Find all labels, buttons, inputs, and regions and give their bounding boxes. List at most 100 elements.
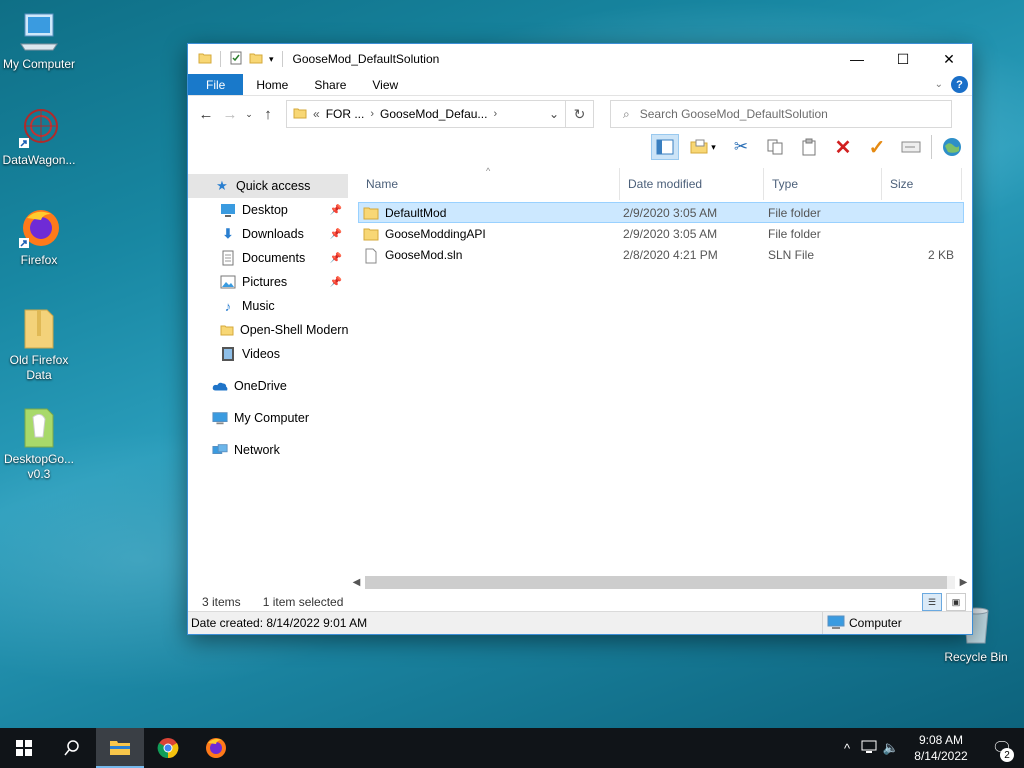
location-label: Computer bbox=[849, 616, 902, 630]
explorer-window: ▾ GooseMod_DefaultSolution — ☐ ✕ File Ho… bbox=[187, 43, 973, 635]
nav-desktop[interactable]: Desktop 📌 bbox=[188, 198, 348, 222]
tab-home[interactable]: Home bbox=[243, 74, 301, 95]
clock[interactable]: 9:08 AM 8/14/2022 bbox=[902, 732, 980, 764]
pin-icon[interactable]: 📌 bbox=[330, 205, 342, 216]
delete-icon[interactable]: ✕ bbox=[829, 134, 857, 160]
nav-network[interactable]: Network bbox=[188, 438, 348, 462]
desktop-icon-desktopgoose[interactable]: DesktopGo... v0.3 bbox=[1, 405, 77, 482]
taskbar-file-explorer[interactable] bbox=[96, 728, 144, 768]
details-view-icon[interactable]: ☰ bbox=[922, 593, 942, 611]
scrollbar-thumb[interactable] bbox=[365, 576, 947, 589]
window-title: GooseMod_DefaultSolution bbox=[292, 52, 440, 66]
start-button[interactable] bbox=[0, 728, 48, 768]
expand-ribbon-icon[interactable]: ⌄ bbox=[935, 79, 943, 90]
nav-videos[interactable]: Videos bbox=[188, 342, 348, 366]
computer-icon bbox=[17, 10, 61, 54]
desktop-icon-firefox[interactable]: Firefox bbox=[1, 206, 77, 268]
title-bar[interactable]: ▾ GooseMod_DefaultSolution — ☐ ✕ bbox=[188, 44, 972, 74]
windows-icon bbox=[16, 740, 32, 756]
nav-onedrive[interactable]: OneDrive bbox=[188, 374, 348, 398]
file-row[interactable]: DefaultMod 2/9/2020 3:05 AM File folder bbox=[358, 202, 964, 223]
help-icon[interactable]: ? bbox=[951, 76, 968, 93]
music-icon: ♪ bbox=[224, 298, 232, 314]
documents-icon bbox=[220, 250, 236, 266]
scroll-left-icon[interactable]: ◀ bbox=[348, 577, 365, 588]
customize-qat-icon[interactable]: ▾ bbox=[269, 54, 274, 65]
search-button[interactable] bbox=[48, 728, 96, 768]
desktop-icon-old-firefox-data[interactable]: Old Firefox Data bbox=[1, 306, 77, 383]
file-name: DefaultMod bbox=[385, 205, 447, 220]
address-dropdown-icon[interactable]: ⌄ bbox=[543, 107, 565, 121]
breadcrumb-overflow[interactable]: « bbox=[313, 107, 320, 121]
preview-pane-button[interactable] bbox=[651, 134, 679, 160]
cut-icon[interactable]: ✂ bbox=[727, 134, 755, 160]
nav-pictures[interactable]: Pictures 📌 bbox=[188, 270, 348, 294]
properties-icon[interactable] bbox=[229, 51, 243, 68]
copy-icon[interactable] bbox=[761, 134, 789, 160]
firefox-icon bbox=[17, 206, 61, 250]
pin-icon[interactable]: 📌 bbox=[330, 277, 342, 288]
network-icon bbox=[212, 442, 228, 458]
nav-label: OneDrive bbox=[234, 379, 287, 393]
desktop-icon-label: Recycle Bin bbox=[944, 650, 1008, 664]
tab-share[interactable]: Share bbox=[301, 74, 359, 95]
column-header-type[interactable]: Type bbox=[764, 168, 882, 200]
chevron-right-icon[interactable]: › bbox=[370, 108, 374, 120]
chevron-right-icon[interactable]: › bbox=[493, 108, 497, 120]
tab-view[interactable]: View bbox=[359, 74, 411, 95]
nav-my-computer[interactable]: My Computer bbox=[188, 406, 348, 430]
file-row[interactable]: GooseModdingAPI 2/9/2020 3:05 AM File fo… bbox=[358, 223, 964, 244]
paste-icon[interactable] bbox=[795, 134, 823, 160]
nav-music[interactable]: ♪ Music bbox=[188, 294, 348, 318]
search-box[interactable]: ⌕ Search GooseMod_DefaultSolution bbox=[610, 100, 952, 128]
large-icons-view-icon[interactable]: ▣ bbox=[946, 593, 966, 611]
breadcrumb-item[interactable]: FOR ... bbox=[326, 107, 365, 121]
pin-icon[interactable]: 📌 bbox=[330, 229, 342, 240]
pin-icon[interactable]: 📌 bbox=[330, 253, 342, 264]
file-icon bbox=[363, 248, 379, 263]
nav-quick-access[interactable]: ★ Quick access bbox=[188, 174, 348, 198]
column-header-date-modified[interactable]: Date modified bbox=[620, 168, 764, 200]
volume-icon[interactable]: 🔈 bbox=[880, 740, 902, 756]
nav-downloads[interactable]: ⬇ Downloads 📌 bbox=[188, 222, 348, 246]
nav-label: Pictures bbox=[242, 275, 288, 289]
up-button[interactable]: ↑ bbox=[256, 102, 280, 126]
file-row[interactable]: GooseMod.sln 2/8/2020 4:21 PM SLN File 2… bbox=[358, 244, 964, 265]
chevron-up-icon[interactable]: ^ bbox=[836, 741, 858, 756]
checkmark-icon[interactable]: ✓ bbox=[863, 134, 891, 160]
globe-icon[interactable] bbox=[938, 134, 966, 160]
tab-file[interactable]: File bbox=[188, 74, 244, 95]
desktop-icon-label: My Computer bbox=[2, 57, 76, 71]
forward-button[interactable]: → bbox=[218, 102, 242, 126]
nav-label: Music bbox=[242, 299, 275, 313]
nav-open-shell-modern[interactable]: Open-Shell Modern bbox=[188, 318, 348, 342]
back-button[interactable]: ← bbox=[194, 102, 218, 126]
column-header-size[interactable]: Size bbox=[882, 168, 962, 200]
desktop-icon-label: DataWagon... bbox=[2, 153, 76, 167]
file-date: 2/9/2020 3:05 AM bbox=[623, 205, 718, 220]
recent-locations-button[interactable]: ⌄ bbox=[242, 102, 256, 126]
downloads-icon: ⬇ bbox=[222, 226, 234, 241]
new-folder-icon[interactable] bbox=[249, 51, 263, 68]
maximize-button[interactable]: ☐ bbox=[880, 44, 926, 74]
nav-documents[interactable]: Documents 📌 bbox=[188, 246, 348, 270]
breadcrumb-item[interactable]: GooseMod_Defau... bbox=[380, 107, 487, 121]
action-center-button[interactable]: 🗨 2 bbox=[980, 728, 1024, 768]
file-list: Name Date modified Type Size ^ DefaultMo… bbox=[358, 166, 964, 573]
horizontal-scrollbar[interactable]: ◀ ▶ bbox=[348, 574, 972, 591]
nav-label: Videos bbox=[242, 347, 280, 361]
file-type: SLN File bbox=[768, 247, 815, 262]
nav-label: Desktop bbox=[242, 203, 288, 217]
close-button[interactable]: ✕ bbox=[926, 44, 972, 74]
desktop-icon-datawagon[interactable]: DataWagon... bbox=[1, 106, 77, 168]
network-icon[interactable] bbox=[858, 740, 880, 757]
scroll-right-icon[interactable]: ▶ bbox=[955, 577, 972, 588]
refresh-button[interactable]: ↻ bbox=[566, 100, 594, 128]
view-options-button[interactable]: ▾ bbox=[685, 134, 721, 160]
minimize-button[interactable]: — bbox=[834, 44, 880, 74]
address-bar[interactable]: « FOR ... › GooseMod_Defau... › ⌄ bbox=[286, 100, 566, 128]
taskbar-firefox[interactable] bbox=[192, 728, 240, 768]
desktop-icon-my-computer[interactable]: My Computer bbox=[1, 10, 77, 72]
rename-icon[interactable] bbox=[897, 134, 925, 160]
taskbar-chrome[interactable] bbox=[144, 728, 192, 768]
